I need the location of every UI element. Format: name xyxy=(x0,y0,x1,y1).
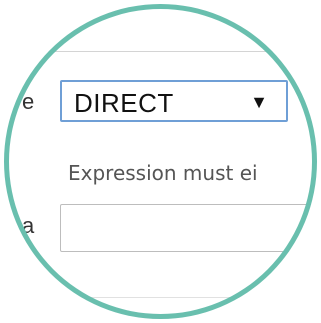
formula-label: a xyxy=(22,213,35,238)
caret-down-icon: ▼ xyxy=(250,92,268,112)
type-select-value: DIRECT xyxy=(74,88,174,118)
section-divider-bottom xyxy=(4,297,317,298)
section-divider-top xyxy=(4,51,317,52)
expression-hint: Expression must ei xyxy=(68,161,258,185)
expression-input[interactable] xyxy=(60,204,317,252)
type-label: e xyxy=(22,89,35,114)
magnifier-lens: e DIRECT ▼ Expression must ei a xyxy=(4,4,317,319)
type-select[interactable]: DIRECT ▼ xyxy=(60,80,288,122)
form-section: e DIRECT ▼ Expression must ei a xyxy=(4,4,317,319)
magnified-view: e DIRECT ▼ Expression must ei a xyxy=(0,0,321,323)
